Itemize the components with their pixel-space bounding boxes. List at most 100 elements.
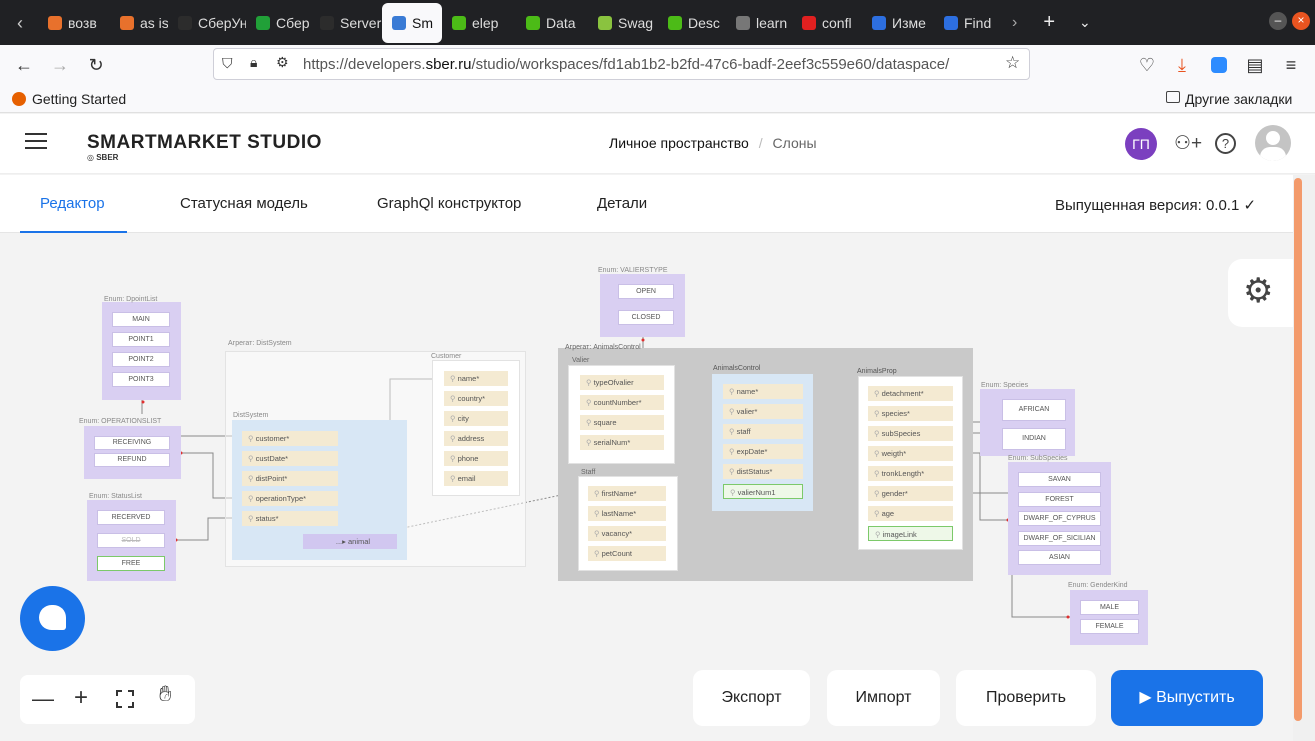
hand-pan-icon[interactable]: ✋︎ [159,681,172,707]
window-close-button[interactable]: × [1292,12,1310,30]
valier-field[interactable]: ⚲ countNumber* [580,395,664,410]
browser-tab[interactable]: elep [442,3,516,43]
tab-status-model[interactable]: Статусная модель [180,195,308,212]
enum-value[interactable]: POINT3 [112,372,170,387]
enum-value[interactable]: FEMALE [1080,619,1139,634]
browser-tab[interactable]: learn [726,3,792,43]
tab-list-back-icon[interactable]: ‹ [8,11,32,35]
breadcrumb-project[interactable]: Слоны [773,135,817,151]
tab-details[interactable]: Детали [597,195,647,212]
browser-tab[interactable]: Server E [310,3,382,43]
zoom-extension-icon[interactable] [1207,53,1231,77]
animalsprop-field[interactable]: ⚲ species* [868,406,953,421]
fit-view-icon[interactable] [116,690,134,708]
url-text[interactable]: https://developers.sber.ru/studio/worksp… [303,56,999,73]
url-bar[interactable]: ⛉ 🔒︎ ⚙ https://developers.sber.ru/studio… [213,48,1030,80]
animalscontrol-field[interactable]: ⚲ distStatus* [723,464,803,479]
valier-field[interactable]: ⚲ serialNum* [580,435,664,450]
export-button[interactable]: Экспорт [693,670,810,726]
animalsprop-field[interactable]: ⚲ gender* [868,486,953,501]
animalsprop-field[interactable]: ⚲ age [868,506,953,521]
shield-icon[interactable]: ⛉ [222,55,233,72]
distsystem-animal[interactable]: ...▸ animal [303,534,397,549]
browser-tab[interactable]: Desc [658,3,726,43]
staff-field[interactable]: ⚲ vacancy* [588,526,666,541]
enum-value[interactable]: SOLD [97,533,165,548]
animalscontrol-field[interactable]: ⚲ name* [723,384,803,399]
bookmark-getting-started[interactable]: Getting Started [32,91,126,107]
enum-value[interactable]: POINT1 [112,332,170,347]
browser-tab[interactable]: as is [110,3,168,43]
enum-value[interactable]: ASIAN [1018,550,1101,565]
page-scrollbar-thumb[interactable] [1294,178,1302,721]
tab-list-dropdown-icon[interactable]: ⌄ [1079,14,1091,31]
valier-field[interactable]: ⚲ square [580,415,664,430]
browser-tab[interactable]: Find [934,3,1002,43]
enum-value[interactable]: MAIN [112,312,170,327]
release-button[interactable]: ▶ Выпустить [1111,670,1263,726]
enum-genderkind-box[interactable] [1070,590,1148,645]
customer-field[interactable]: ⚲ email [444,471,508,486]
help-icon[interactable]: ? [1215,133,1236,154]
animalscontrol-field[interactable]: ⚲ expDate* [723,444,803,459]
permissions-icon[interactable]: ⚙ [276,54,289,71]
chat-assistant-button[interactable] [20,586,85,651]
new-tab-button[interactable]: + [1043,11,1055,34]
customer-field[interactable]: ⚲ phone [444,451,508,466]
animalsprop-field[interactable]: ⚲ imageLink [868,526,953,541]
enum-value[interactable]: RECERVED [97,510,165,525]
animalscontrol-field[interactable]: ⚲ valier* [723,404,803,419]
distsystem-field[interactable]: ⚲ operationType* [242,491,338,506]
animalsprop-entity[interactable] [858,376,963,550]
reload-icon[interactable]: ↻ [84,53,108,77]
enum-value[interactable]: CLOSED [618,310,674,325]
browser-tab[interactable]: Сбер [246,3,310,43]
enum-value[interactable]: DWARF_OF_CYPRUS [1018,511,1101,526]
browser-tab[interactable]: confl [792,3,862,43]
reader-icon[interactable]: ▤ [1243,53,1267,77]
enum-value[interactable]: INDIAN [1002,428,1066,450]
browser-tab[interactable]: возв [38,3,110,43]
bookmark-other[interactable]: Другие закладки [1185,91,1292,107]
enum-value[interactable]: OPEN [618,284,674,299]
staff-field[interactable]: ⚲ lastName* [588,506,666,521]
pocket-icon[interactable]: ♡ [1135,53,1159,77]
enum-value[interactable]: FREE [97,556,165,571]
zoom-out-icon[interactable]: — [32,686,54,712]
hamburger-menu-icon[interactable] [25,133,47,149]
animalscontrol-field[interactable]: ⚲ staff [723,424,803,439]
enum-value[interactable]: FOREST [1018,491,1101,507]
distsystem-field[interactable]: ⚲ custDate* [242,451,338,466]
animalsprop-field[interactable]: ⚲ weigth* [868,446,953,461]
lock-icon[interactable]: 🔒︎ [250,54,257,71]
import-button[interactable]: Импорт [827,670,940,726]
browser-tab[interactable]: Sm× [382,2,442,43]
check-button[interactable]: Проверить [956,670,1096,726]
enum-value[interactable]: DWARF_OF_SICILIAN [1018,530,1101,546]
enum-value[interactable]: AFRICAN [1002,399,1066,421]
tab-editor[interactable]: Редактор [40,195,105,212]
distsystem-field[interactable]: ⚲ status* [242,511,338,526]
diagram-canvas[interactable]: Агрегат: DistSystem DistSystem ...▸ anim… [0,234,1295,741]
customer-field[interactable]: ⚲ city [444,411,508,426]
user-initials-avatar[interactable]: ГП [1125,128,1157,160]
breadcrumb-space[interactable]: Личное пространство [609,135,749,151]
app-logo[interactable]: SMARTMARKET STUDIO [87,132,322,154]
profile-avatar[interactable] [1255,125,1291,161]
downloads-icon[interactable]: ⤓ [1170,53,1194,77]
staff-field[interactable]: ⚲ petCount [588,546,666,561]
customer-field[interactable]: ⚲ name* [444,371,508,386]
valier-field[interactable]: ⚲ typeOfvalier [580,375,664,390]
enum-value[interactable]: RECEIVING [94,436,170,450]
enum-value[interactable]: POINT2 [112,352,170,367]
enum-value[interactable]: SAVAN [1018,472,1101,487]
zoom-in-icon[interactable]: + [74,684,88,712]
animalsprop-field[interactable]: ⚲ subSpecies [868,426,953,441]
browser-tab[interactable]: СберУн [168,3,246,43]
distsystem-field[interactable]: ⚲ distPoint* [242,471,338,486]
staff-field[interactable]: ⚲ firstName* [588,486,666,501]
browser-tab[interactable]: Swag [588,3,658,43]
app-menu-icon[interactable]: ≡ [1279,53,1303,77]
window-minimize-button[interactable]: – [1269,12,1287,30]
back-arrow-icon[interactable]: ← [12,53,36,77]
